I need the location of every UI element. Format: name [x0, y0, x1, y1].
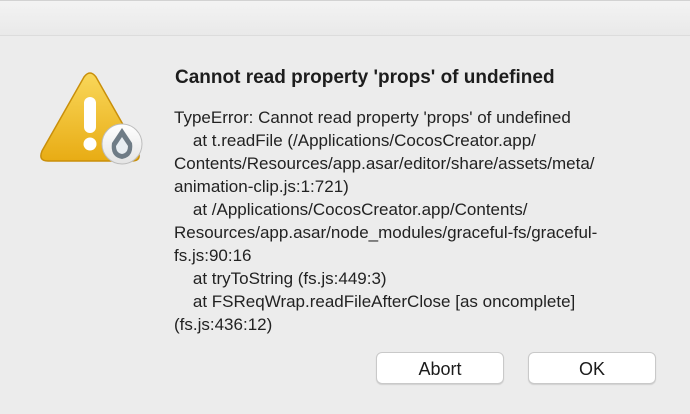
message-line: at FSReqWrap.readFileAfterClose [as onco… — [174, 292, 576, 311]
message-line: Resources/app.asar/node_modules/graceful… — [174, 223, 598, 242]
alert-dialog: Cannot read property 'props' of undefine… — [0, 0, 690, 414]
message-line: TypeError: Cannot read property 'props' … — [174, 108, 571, 127]
error-message: TypeError: Cannot read property 'props' … — [174, 106, 674, 336]
titlebar — [0, 1, 690, 36]
ok-button[interactable]: OK — [528, 352, 656, 384]
warning-triangle-icon — [40, 72, 143, 165]
message-line: at tryToString (fs.js:449:3) — [174, 269, 387, 288]
message-line: at t.readFile (/Applications/CocosCreato… — [174, 131, 536, 150]
cocos-creator-icon — [101, 123, 143, 165]
message-line: at /Applications/CocosCreator.app/Conten… — [174, 200, 528, 219]
message-line: Contents/Resources/app.asar/editor/share… — [174, 154, 595, 173]
abort-button[interactable]: Abort — [376, 352, 504, 384]
dialog-title: Cannot read property 'props' of undefine… — [175, 67, 555, 88]
message-line: (fs.js:436:12) — [174, 315, 273, 334]
message-line: animation-clip.js:1:721) — [174, 177, 349, 196]
message-line: fs.js:90:16 — [174, 246, 252, 265]
